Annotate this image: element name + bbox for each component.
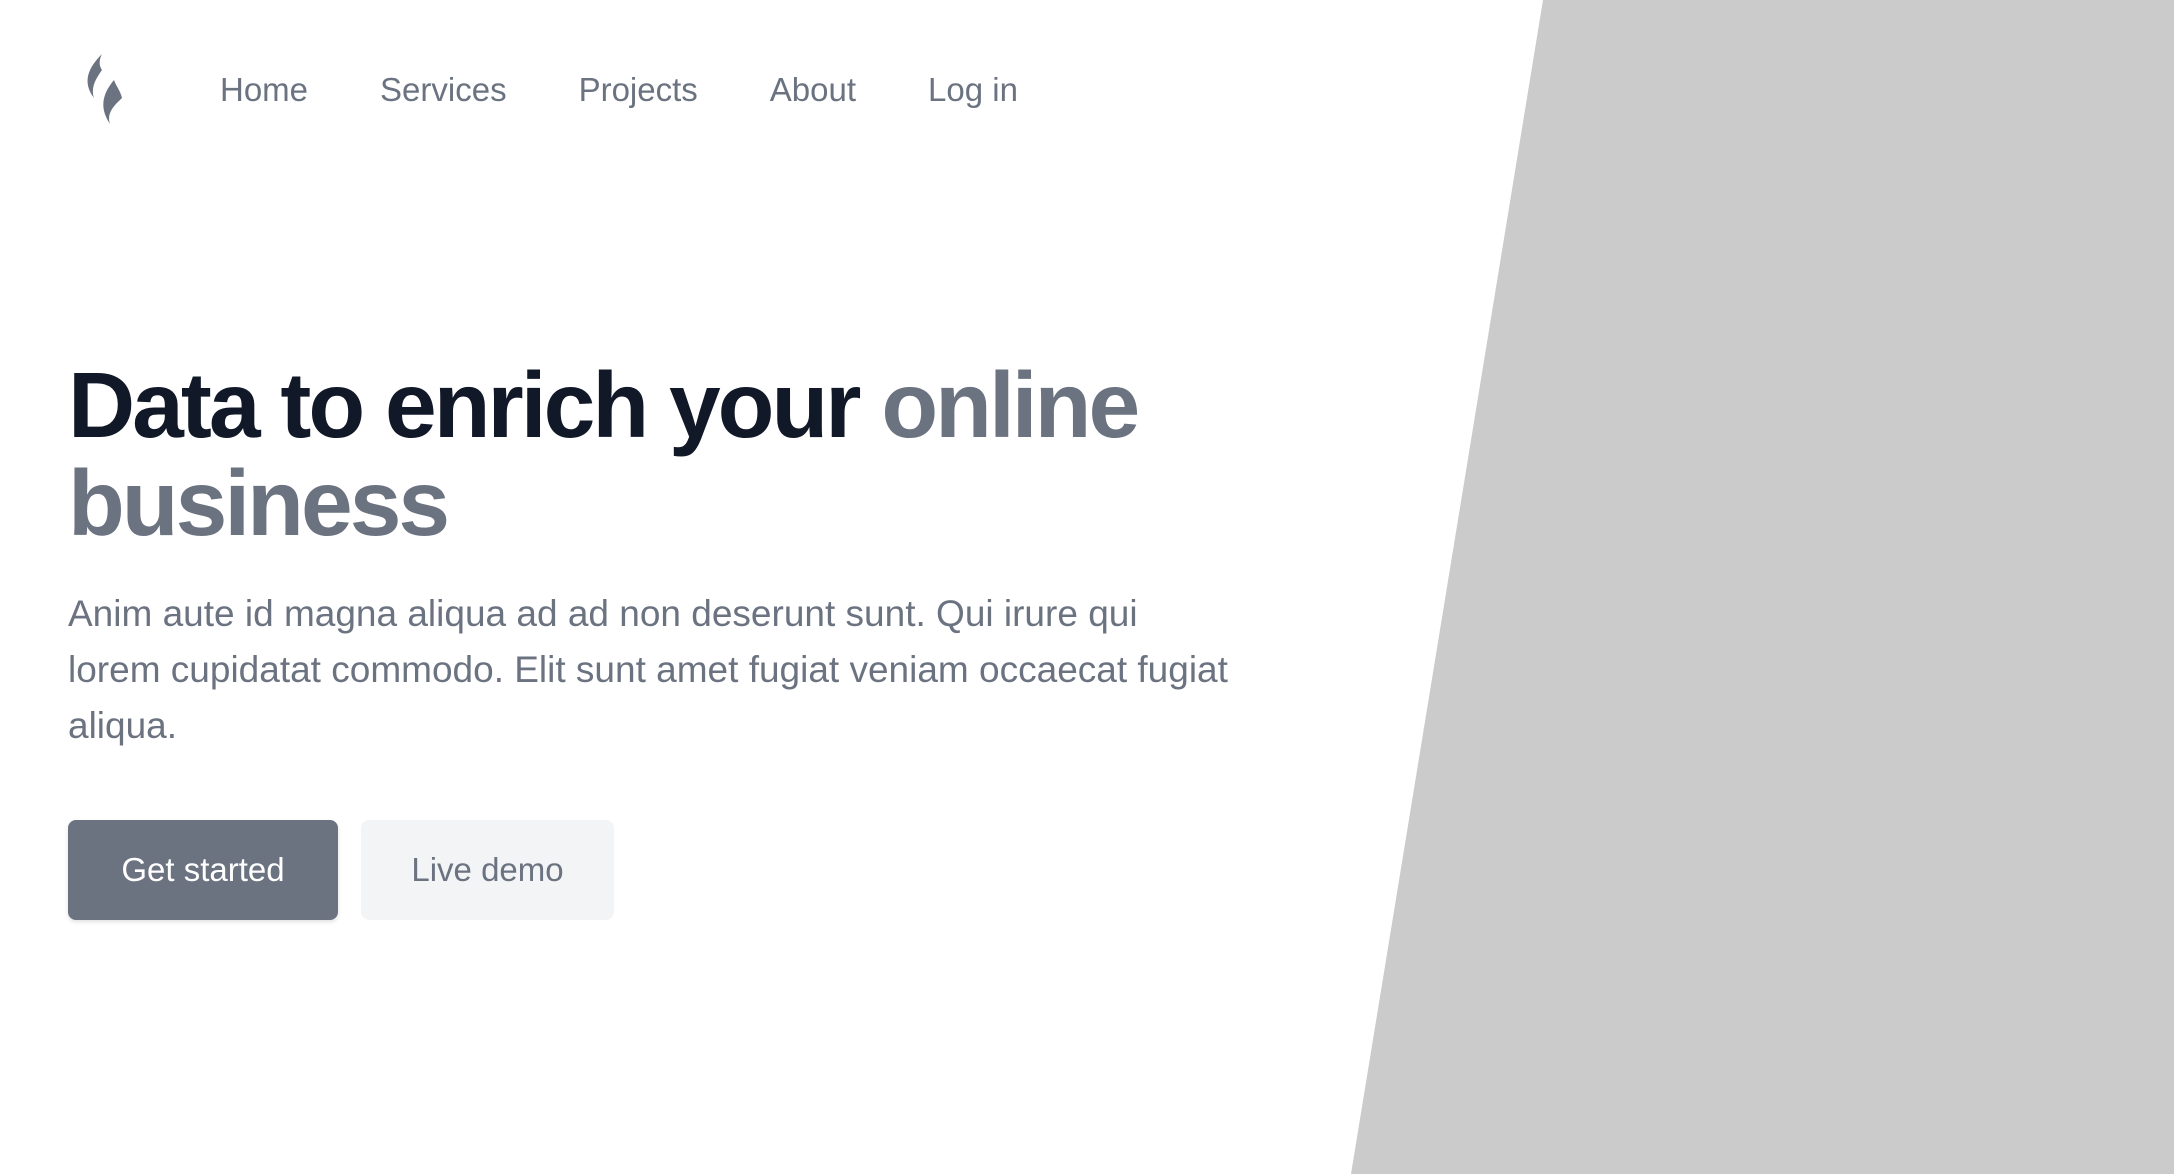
nav-item-projects[interactable]: Projects [579, 68, 698, 112]
get-started-button[interactable]: Get started [68, 820, 338, 920]
top-nav: Home Services Projects About Log in [220, 68, 1090, 112]
hero-description: Anim aute id magna aliqua ad ad non dese… [68, 593, 1228, 746]
flame-icon[interactable] [80, 50, 130, 130]
nav-item-home[interactable]: Home [220, 68, 308, 112]
nav-item-about[interactable]: About [770, 68, 856, 112]
headline-main: Data to enrich your [68, 353, 861, 457]
live-demo-button[interactable]: Live demo [361, 820, 614, 920]
nav-item-services[interactable]: Services [380, 68, 507, 112]
hero-headline: Data to enrich your online business [68, 356, 1368, 552]
nav-item-login[interactable]: Log in [928, 68, 1018, 112]
landing-page: Home Services Projects About Log in Data… [0, 0, 2174, 1174]
